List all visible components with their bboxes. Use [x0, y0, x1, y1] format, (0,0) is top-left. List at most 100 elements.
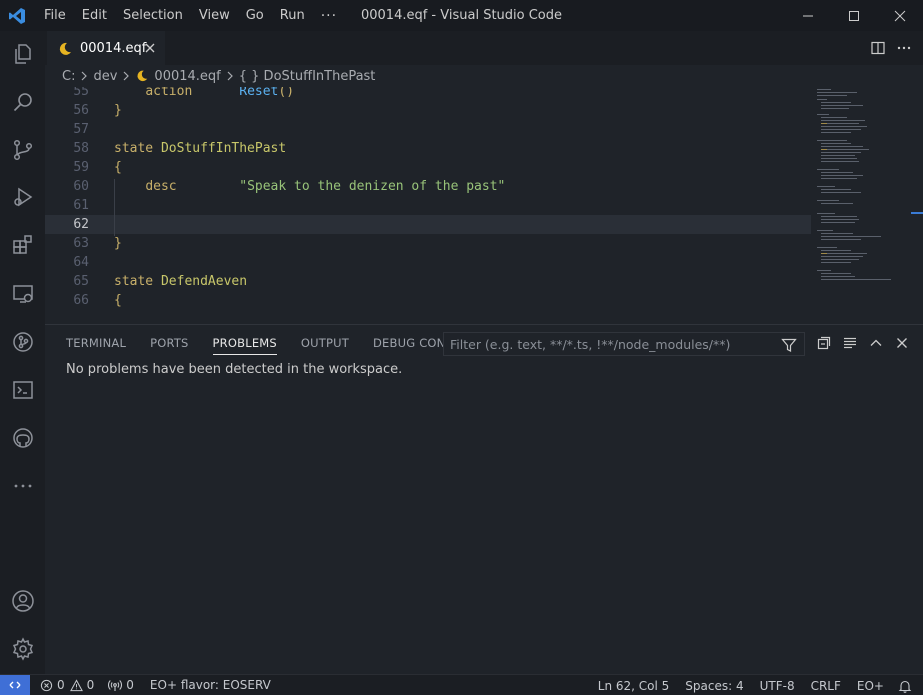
menu-more-button[interactable]: ···	[313, 8, 345, 24]
line-number: 59	[73, 160, 89, 175]
code-line[interactable]: 56}	[45, 101, 811, 120]
line-number: 63	[73, 236, 89, 251]
code-line[interactable]: 58 state DoStuffInThePast	[45, 139, 811, 158]
minimap[interactable]	[815, 87, 915, 324]
code-editor[interactable]: 55 action Reset() 56} 57 58 state DoStuffInT…	[45, 87, 923, 324]
accounts-icon[interactable]	[0, 578, 45, 623]
ports-status[interactable]: 0	[103, 675, 139, 695]
encoding-status[interactable]: UTF-8	[755, 675, 800, 695]
line-number: 64	[73, 255, 89, 270]
panel-tabs: TERMINAL PORTS PROBLEMS OUTPUT DEBUG CON…	[57, 325, 491, 361]
problems-filter-input[interactable]	[444, 336, 774, 352]
code-line[interactable]: 57	[45, 120, 811, 139]
code-line[interactable]: 60 desc "Speak to the denizen of the pas…	[45, 177, 811, 196]
remote-explorer-icon[interactable]	[0, 271, 45, 316]
line-number: 60	[73, 179, 89, 194]
menu-run[interactable]: Run	[272, 0, 313, 31]
menu-file[interactable]: File	[36, 0, 74, 31]
problems-empty-message: No problems have been detected in the wo…	[66, 362, 403, 377]
close-panel-icon[interactable]	[889, 332, 915, 354]
filter-icon[interactable]	[780, 336, 798, 354]
code-line[interactable]: 66 {	[45, 291, 811, 310]
status-bar: 0 0 0 EO+ flavor: EOSERV Ln 62, Col 5 Sp…	[0, 674, 923, 695]
breadcrumb-symbol[interactable]: { } DoStuffInThePast	[239, 69, 376, 84]
vscode-logo-icon[interactable]	[2, 0, 32, 31]
line-number: 65	[73, 274, 89, 289]
code-line[interactable]: 59 {	[45, 158, 811, 177]
search-icon[interactable]	[0, 79, 45, 124]
minimize-button[interactable]	[785, 0, 831, 31]
breadcrumb-folder[interactable]: dev	[93, 69, 117, 84]
menu-edit[interactable]: Edit	[74, 0, 115, 31]
split-editor-icon[interactable]	[865, 35, 891, 61]
flavor-status[interactable]: EO+ flavor: EOSERV	[145, 675, 276, 695]
source-control-icon[interactable]	[0, 127, 45, 172]
code-text: state DoStuffInThePast	[114, 139, 286, 158]
line-number: 58	[73, 141, 89, 156]
status-bar-right: Ln 62, Col 5 Spaces: 4 UTF-8 CRLF EO+	[593, 675, 917, 695]
code-line[interactable]: 61	[45, 196, 811, 215]
view-as-list-icon[interactable]	[837, 332, 863, 354]
run-debug-icon[interactable]	[0, 174, 45, 219]
git-graph-icon[interactable]	[0, 319, 45, 364]
code-line[interactable]: 64	[45, 253, 811, 272]
tab-ports[interactable]: PORTS	[141, 325, 197, 361]
code-line[interactable]: 63}	[45, 234, 811, 253]
more-views-icon[interactable]	[0, 463, 45, 508]
problems-status[interactable]: 0 0	[35, 675, 99, 695]
code-line[interactable]: 65 state DefendAeven	[45, 272, 811, 291]
line-number: 56	[73, 103, 89, 118]
problems-filter	[443, 332, 805, 356]
settings-gear-icon[interactable]	[0, 626, 45, 671]
breadcrumb-drive[interactable]: C:	[62, 69, 75, 84]
editor-tab-bar: 00014.eqf	[45, 31, 923, 65]
more-actions-icon[interactable]	[891, 35, 917, 61]
maximize-button[interactable]	[831, 0, 877, 31]
language-mode[interactable]: EO+	[852, 675, 889, 695]
moon-file-icon	[57, 41, 73, 57]
tab-label: 00014.eqf	[80, 41, 147, 56]
indent-guide	[114, 179, 115, 236]
terminal-icon[interactable]	[0, 367, 45, 412]
menu-go[interactable]: Go	[238, 0, 272, 31]
notifications-bell-icon[interactable]	[893, 675, 917, 695]
tab-00014-eqf[interactable]: 00014.eqf	[47, 31, 165, 65]
panel-actions	[811, 332, 915, 354]
code-line[interactable]: 55 action Reset()	[45, 87, 811, 101]
github-icon[interactable]	[0, 415, 45, 460]
extensions-icon[interactable]	[0, 222, 45, 267]
code-text: }	[114, 101, 122, 120]
error-icon	[40, 679, 53, 692]
indentation-status[interactable]: Spaces: 4	[680, 675, 748, 695]
code-token: }	[114, 103, 122, 118]
close-window-button[interactable]	[877, 0, 923, 31]
tab-problems[interactable]: PROBLEMS	[204, 325, 286, 361]
code-line[interactable]: 62	[45, 215, 811, 234]
warning-count: 0	[86, 678, 95, 692]
window-controls	[785, 0, 923, 31]
code-token: {	[114, 160, 122, 175]
chevron-right-icon	[225, 71, 235, 81]
eol-status[interactable]: CRLF	[806, 675, 846, 695]
cursor-position[interactable]: Ln 62, Col 5	[593, 675, 675, 695]
menu-selection[interactable]: Selection	[115, 0, 191, 31]
code-token: action	[145, 87, 193, 99]
close-tab-icon[interactable]	[143, 41, 157, 55]
collapse-all-icon[interactable]	[811, 332, 837, 354]
code-token: state	[114, 141, 154, 156]
breadcrumb: C: dev 00014.eqf { } DoStuffInThePast	[45, 65, 923, 87]
moon-file-icon	[135, 69, 149, 83]
tab-terminal[interactable]: TERMINAL	[57, 325, 135, 361]
menu-view[interactable]: View	[191, 0, 238, 31]
remote-indicator-icon[interactable]	[0, 674, 30, 695]
explorer-icon[interactable]	[0, 31, 45, 76]
breadcrumb-file[interactable]: 00014.eqf	[135, 69, 221, 84]
code-token: "Speak to the denizen of the past"	[239, 179, 506, 194]
tab-output[interactable]: OUTPUT	[292, 325, 358, 361]
maximize-panel-icon[interactable]	[863, 332, 889, 354]
code-token: Reset	[239, 87, 279, 99]
